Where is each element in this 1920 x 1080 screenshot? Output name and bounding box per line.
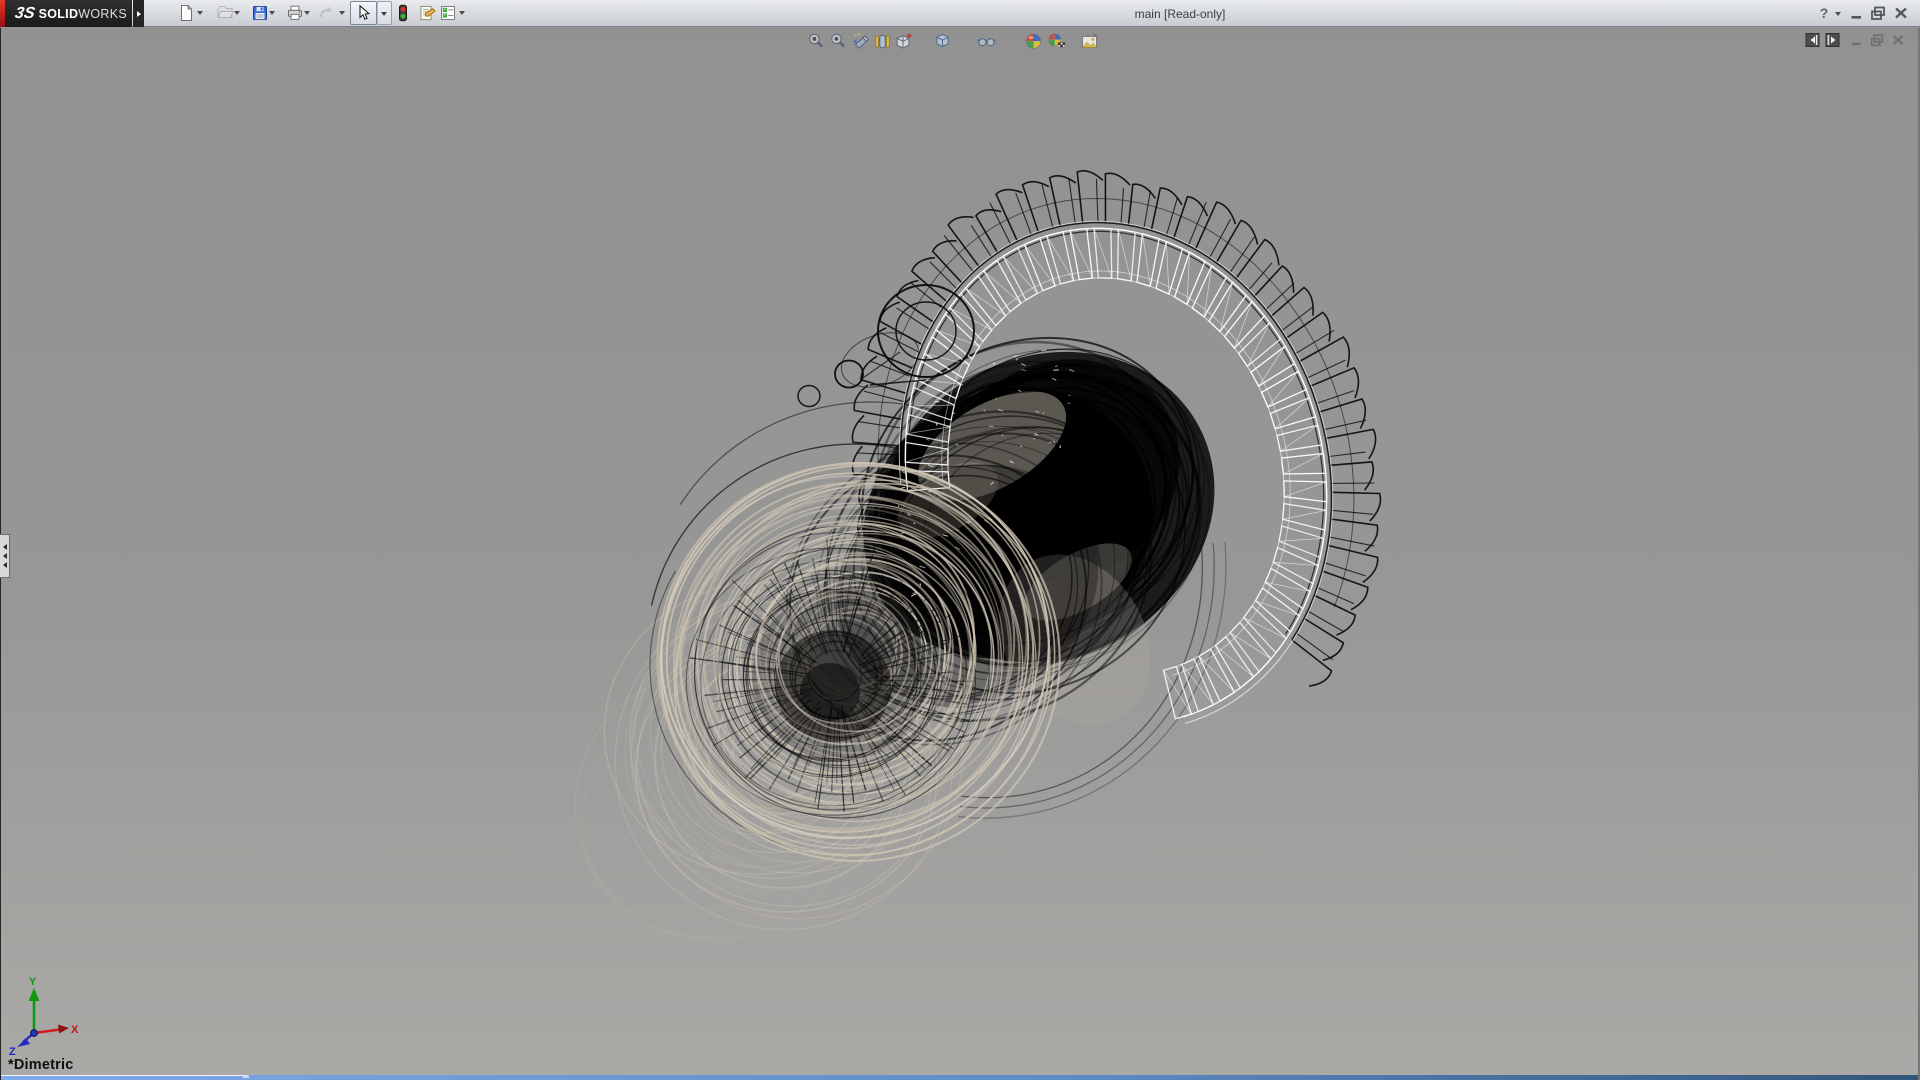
logo-red-stripe xyxy=(0,0,5,27)
previous-view-button[interactable] xyxy=(851,32,871,52)
zoom-to-area-icon xyxy=(829,32,849,51)
document-title: main [Read-only] xyxy=(1135,7,1226,21)
dropdown-caret-icon xyxy=(381,12,387,16)
doc-close-button[interactable] xyxy=(1890,32,1906,48)
collapse-arrow-icon xyxy=(3,544,7,550)
edit-appearance-icon xyxy=(1024,32,1044,51)
open-dropdown-caret-icon[interactable] xyxy=(234,11,240,15)
logo-text-works: WORKS xyxy=(78,7,127,21)
file-properties-button[interactable] xyxy=(417,3,437,23)
zoom-to-fit-icon xyxy=(807,32,827,51)
doc-close-icon xyxy=(1890,32,1906,48)
previous-view-icon xyxy=(851,32,871,51)
view-settings-icon xyxy=(1080,32,1100,51)
section-view-button[interactable] xyxy=(873,32,893,52)
doc-restore-icon xyxy=(1869,32,1885,48)
edit-appearance-button[interactable] xyxy=(1024,32,1044,52)
solidworks-window: 3S SOLIDWORKS main [Read-only] ? Y X Z *… xyxy=(0,0,1920,1080)
close-icon xyxy=(1892,4,1910,22)
help-button[interactable]: ? xyxy=(1817,4,1831,22)
collapse-arrow-icon xyxy=(3,553,7,559)
hide-show-items-icon xyxy=(977,32,997,51)
print-button[interactable] xyxy=(285,3,305,23)
rebuild-traffic-light-icon xyxy=(393,4,413,22)
options-dropdown-caret-icon[interactable] xyxy=(459,11,465,15)
open-button[interactable] xyxy=(215,3,235,23)
open-folder-icon xyxy=(215,4,235,22)
graphics-viewport[interactable]: Y X Z *Dimetric xyxy=(0,28,1920,1080)
view-orientation-label: *Dimetric xyxy=(8,1057,73,1073)
undo-arrow-icon xyxy=(316,4,336,22)
view-settings-button[interactable] xyxy=(1080,32,1100,52)
triad-origin xyxy=(31,1030,38,1037)
menu-flyout-arrow[interactable] xyxy=(133,0,144,27)
apply-scene-icon xyxy=(1047,32,1067,51)
print-dropdown-caret-icon[interactable] xyxy=(304,11,310,15)
headsup-view-toolbar xyxy=(0,30,1120,52)
display-style-icon xyxy=(933,32,953,51)
triad-y-label: Y xyxy=(29,976,37,988)
collapse-arrow-icon xyxy=(3,562,7,568)
select-cursor-icon xyxy=(351,11,375,28)
new-dropdown-caret-icon[interactable] xyxy=(197,11,203,15)
minimize-icon xyxy=(1848,4,1866,22)
save-button[interactable] xyxy=(250,3,270,23)
view-orientation-button[interactable] xyxy=(894,32,914,52)
taskbar-edge-strip xyxy=(0,1075,1920,1080)
help-dropdown-caret-icon[interactable] xyxy=(1835,12,1841,16)
printer-icon xyxy=(285,4,305,22)
pane-right-icon xyxy=(1825,32,1841,48)
doc-restore-button[interactable] xyxy=(1869,32,1885,48)
pane-right-button[interactable] xyxy=(1825,32,1841,48)
window-minimize-button[interactable] xyxy=(1848,4,1866,22)
select-button[interactable] xyxy=(350,1,377,25)
section-view-icon xyxy=(873,32,893,51)
window-close-button[interactable] xyxy=(1892,4,1910,22)
undo-dropdown-caret-icon[interactable] xyxy=(339,11,345,15)
window-restore-button[interactable] xyxy=(1869,4,1887,22)
y-axis-arrow-icon xyxy=(29,988,40,1001)
options-checklist-icon xyxy=(438,4,458,22)
triad-x-label: X xyxy=(71,1024,79,1036)
new-button[interactable] xyxy=(176,3,196,23)
model-wireframe-jet-engine xyxy=(0,28,1920,1080)
doc-minimize-icon xyxy=(1849,32,1865,48)
z-axis-arrow-icon xyxy=(17,1039,30,1048)
undo-button[interactable] xyxy=(316,3,336,23)
pane-left-icon xyxy=(1805,32,1821,48)
doc-minimize-button[interactable] xyxy=(1849,32,1865,48)
logo-text-solid: SOLID xyxy=(39,7,79,21)
rebuild-button[interactable] xyxy=(393,3,413,23)
orientation-triad[interactable]: Y X Z xyxy=(8,975,98,1065)
display-style-button[interactable] xyxy=(933,32,953,52)
save-floppy-icon xyxy=(250,4,270,22)
x-axis-arrow-icon xyxy=(58,1025,69,1034)
apply-scene-button[interactable] xyxy=(1047,32,1067,52)
solidworks-logo-mark-icon: 3S xyxy=(13,5,36,23)
options-button[interactable] xyxy=(438,3,458,23)
file-properties-icon xyxy=(417,4,437,22)
new-document-icon xyxy=(176,4,196,22)
solidworks-logo: 3S SOLIDWORKS xyxy=(0,0,132,27)
save-dropdown-caret-icon[interactable] xyxy=(269,11,275,15)
hide-show-items-button[interactable] xyxy=(977,32,997,52)
view-orientation-icon xyxy=(894,32,914,51)
zoom-to-area-button[interactable] xyxy=(829,32,849,52)
select-dropdown[interactable] xyxy=(377,1,392,25)
pane-left-button[interactable] xyxy=(1805,32,1821,48)
panel-expand-tab[interactable] xyxy=(0,534,10,578)
title-bar: 3S SOLIDWORKS main [Read-only] ? xyxy=(0,0,1920,27)
zoom-to-fit-button[interactable] xyxy=(807,32,827,52)
restore-icon xyxy=(1869,4,1887,22)
